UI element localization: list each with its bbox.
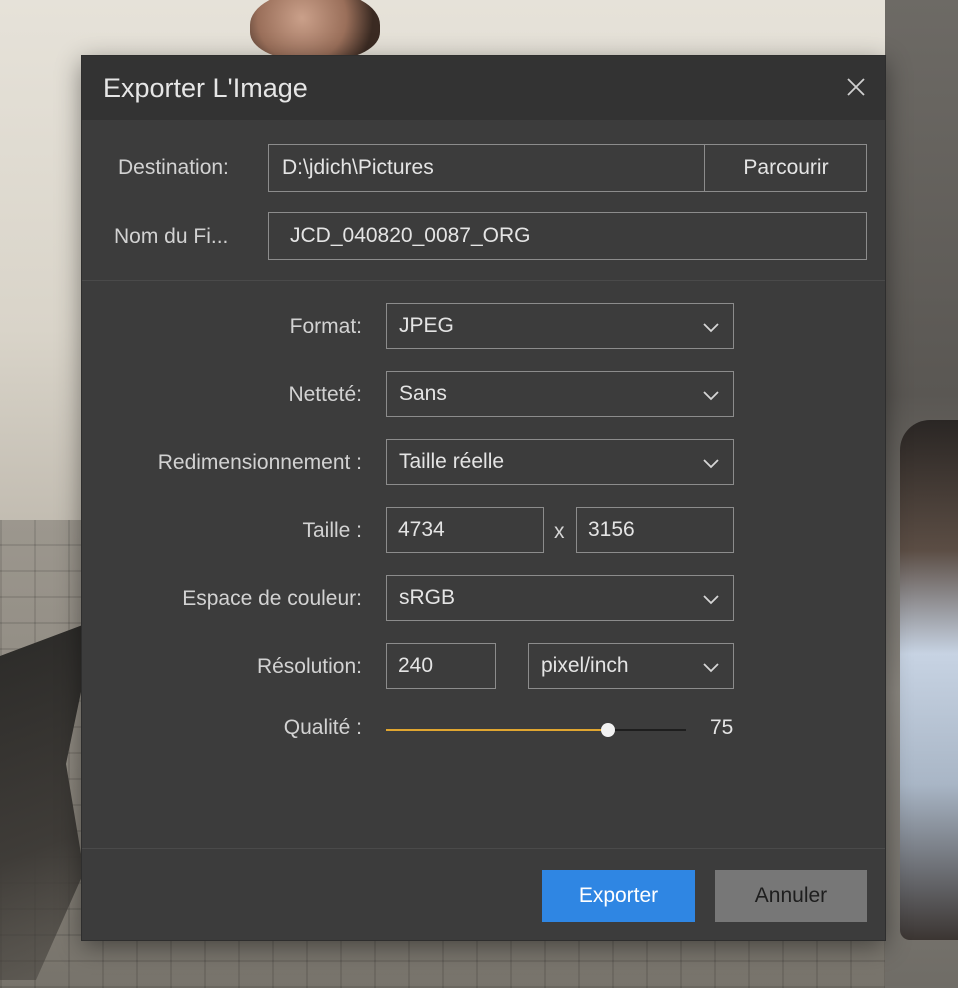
resolution-input[interactable] — [398, 654, 495, 678]
dialog-titlebar: Exporter L'Image — [82, 56, 885, 120]
width-field[interactable] — [386, 507, 544, 553]
close-icon — [847, 78, 865, 96]
filename-label: Nom du Fi... — [114, 225, 229, 248]
colorspace-value: sRGB — [399, 586, 456, 609]
quality-value: 75 — [710, 716, 734, 739]
sharpness-select[interactable]: Sans — [386, 371, 734, 417]
chevron-down-icon — [703, 391, 719, 401]
format-select[interactable]: JPEG — [386, 303, 734, 349]
format-value: JPEG — [399, 314, 454, 337]
chevron-down-icon — [703, 459, 719, 469]
resolution-label: Résolution: — [256, 655, 362, 678]
footer-divider — [82, 848, 885, 849]
colorspace-label: Espace de couleur: — [182, 587, 362, 610]
format-label: Format: — [289, 315, 362, 338]
quality-slider-fill — [386, 729, 608, 731]
export-image-dialog: Exporter L'Image Destination: Parcourir … — [82, 56, 885, 940]
resolution-field[interactable] — [386, 643, 496, 689]
quality-slider[interactable] — [386, 720, 686, 740]
sharpness-value: Sans — [399, 382, 447, 405]
cancel-button[interactable]: Annuler — [715, 870, 867, 922]
chevron-down-icon — [703, 323, 719, 333]
background-person-head — [250, 0, 380, 60]
quality-label: Qualité : — [283, 716, 362, 739]
sharpness-label: Netteté: — [288, 383, 362, 406]
destination-field[interactable]: Parcourir — [268, 144, 867, 192]
background-child-figure — [900, 420, 958, 940]
colorspace-select[interactable]: sRGB — [386, 575, 734, 621]
filename-input[interactable] — [290, 224, 866, 248]
chevron-down-icon — [703, 595, 719, 605]
resolution-unit-select[interactable]: pixel/inch — [528, 643, 734, 689]
browse-button[interactable]: Parcourir — [705, 145, 867, 191]
close-button[interactable] — [839, 70, 873, 104]
resize-label: Redimensionnement : — [157, 451, 362, 474]
resize-value: Taille réelle — [399, 450, 505, 473]
dialog-title: Exporter L'Image — [103, 73, 308, 103]
resolution-unit-value: pixel/inch — [541, 654, 629, 677]
export-button[interactable]: Exporter — [542, 870, 695, 922]
height-field[interactable] — [576, 507, 734, 553]
resize-select[interactable]: Taille réelle — [386, 439, 734, 485]
quality-slider-thumb[interactable] — [601, 723, 615, 737]
section-divider — [82, 280, 885, 281]
size-separator: x — [554, 520, 565, 543]
height-input[interactable] — [588, 518, 733, 542]
destination-label: Destination: — [118, 156, 229, 179]
width-input[interactable] — [398, 518, 543, 542]
size-label: Taille : — [302, 519, 362, 542]
chevron-down-icon — [703, 663, 719, 673]
filename-field[interactable] — [268, 212, 867, 260]
